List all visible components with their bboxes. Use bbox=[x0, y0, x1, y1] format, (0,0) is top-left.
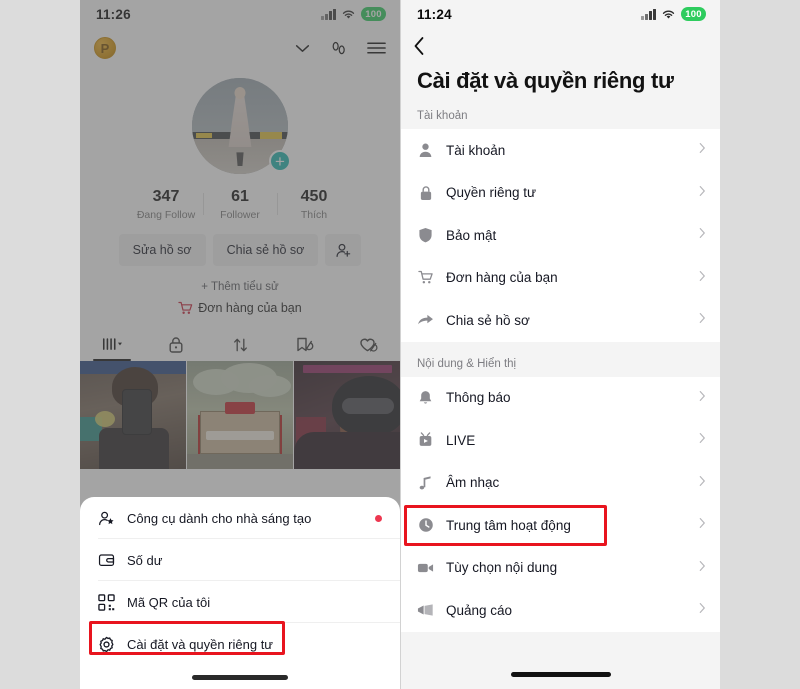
settings-row-security[interactable]: Bảo mật bbox=[401, 214, 720, 257]
settings-row-label: LIVE bbox=[446, 432, 476, 448]
sheet-item-label: Công cụ dành cho nhà sáng tạo bbox=[127, 510, 312, 526]
settings-group-content-display: Thông báo LIVE Âm nhạc Trung tâm hoạt độ… bbox=[401, 376, 720, 632]
settings-row-label: Bảo mật bbox=[446, 227, 497, 243]
music-note-icon bbox=[417, 475, 434, 491]
back-button[interactable] bbox=[401, 28, 720, 64]
page-title: Cài đặt và quyền riêng tư bbox=[417, 68, 674, 93]
live-broadcast-icon bbox=[417, 432, 434, 448]
settings-row-account[interactable]: Tài khoản bbox=[401, 129, 720, 172]
settings-group-account: Tài khoản Quyền riêng tư Bảo mật Đơn hàn… bbox=[401, 129, 720, 342]
signal-bars-icon bbox=[641, 8, 656, 20]
sheet-item-label: Cài đặt và quyền riêng tư bbox=[127, 636, 274, 652]
person-icon bbox=[417, 142, 434, 158]
settings-row-share-profile[interactable]: Chia sẻ hồ sơ bbox=[401, 299, 720, 342]
chevron-right-icon bbox=[699, 601, 706, 619]
gear-icon bbox=[98, 636, 115, 653]
screenshot-stage: 11:26 100 P bbox=[0, 0, 800, 689]
status-bar-time: 11:24 bbox=[417, 6, 452, 22]
settings-row-live[interactable]: LIVE bbox=[401, 419, 720, 462]
wallet-icon bbox=[98, 552, 115, 568]
settings-row-label: Tùy chọn nội dung bbox=[446, 560, 558, 576]
settings-row-label: Chia sẻ hồ sơ bbox=[446, 312, 530, 328]
settings-row-label: Đơn hàng của bạn bbox=[446, 270, 558, 286]
settings-row-content-preferences[interactable]: Tùy chọn nội dung bbox=[401, 547, 720, 590]
home-indicator bbox=[192, 675, 288, 680]
settings-row-label: Âm nhạc bbox=[446, 475, 500, 491]
sheet-item-label: Số dư bbox=[127, 552, 163, 568]
sheet-item-balance[interactable]: Số dư bbox=[80, 539, 400, 581]
notification-dot bbox=[375, 514, 382, 522]
left-page-gutter bbox=[0, 0, 80, 689]
back-chevron-icon bbox=[414, 37, 424, 55]
clock-icon bbox=[417, 517, 434, 533]
settings-row-your-orders[interactable]: Đơn hàng của bạn bbox=[401, 257, 720, 300]
settings-row-label: Quyền riêng tư bbox=[446, 185, 537, 201]
chevron-right-icon bbox=[699, 474, 706, 492]
settings-row-notifications[interactable]: Thông báo bbox=[401, 377, 720, 420]
right-page-gutter bbox=[720, 0, 800, 689]
section-label-account: Tài khoản bbox=[417, 110, 468, 122]
chevron-right-icon bbox=[699, 559, 706, 577]
sheet-item-my-qr-code[interactable]: Mã QR của tôi bbox=[80, 581, 400, 623]
chevron-right-icon bbox=[699, 226, 706, 244]
chevron-right-icon bbox=[699, 516, 706, 534]
settings-row-label: Quảng cáo bbox=[446, 602, 513, 618]
settings-row-music[interactable]: Âm nhạc bbox=[401, 462, 720, 505]
battery-icon: 100 bbox=[681, 7, 706, 21]
qr-code-icon bbox=[98, 593, 115, 611]
settings-row-ads[interactable]: Quảng cáo bbox=[401, 589, 720, 632]
profile-bottom-sheet: Công cụ dành cho nhà sáng tạo Số dư Mã Q… bbox=[80, 497, 400, 689]
chevron-right-icon bbox=[699, 311, 706, 329]
left-phone-screen: 11:26 100 P bbox=[80, 0, 400, 689]
megaphone-icon bbox=[417, 603, 434, 617]
sheet-item-creator-tools[interactable]: Công cụ dành cho nhà sáng tạo bbox=[80, 497, 400, 539]
section-label-content-display: Nội dung & Hiển thị bbox=[417, 357, 517, 370]
home-indicator bbox=[510, 672, 611, 677]
settings-row-privacy[interactable]: Quyền riêng tư bbox=[401, 172, 720, 215]
sheet-item-settings-privacy[interactable]: Cài đặt và quyền riêng tư bbox=[80, 623, 400, 665]
sheet-item-label: Mã QR của tôi bbox=[127, 594, 211, 610]
shopping-cart-icon bbox=[417, 270, 434, 285]
chevron-right-icon bbox=[699, 141, 706, 159]
status-bar-indicators: 100 bbox=[641, 7, 706, 21]
chevron-right-icon bbox=[699, 389, 706, 407]
right-status-bar: 11:24 100 bbox=[401, 0, 720, 28]
chevron-right-icon bbox=[699, 184, 706, 202]
settings-row-label: Trung tâm hoạt động bbox=[446, 517, 571, 533]
settings-row-activity-center[interactable]: Trung tâm hoạt động bbox=[401, 504, 720, 547]
video-camera-icon bbox=[417, 561, 434, 575]
bell-icon bbox=[417, 390, 434, 406]
chevron-right-icon bbox=[699, 269, 706, 287]
share-arrow-icon bbox=[417, 313, 434, 327]
wifi-icon bbox=[662, 10, 675, 19]
lock-icon bbox=[417, 185, 434, 201]
settings-row-label: Thông báo bbox=[446, 390, 511, 406]
chevron-right-icon bbox=[699, 431, 706, 449]
right-phone-screen: 11:24 100 Cài đặt và quyền riêng tư Tài … bbox=[400, 0, 720, 689]
shield-icon bbox=[417, 227, 434, 243]
creator-tools-person-star-icon bbox=[98, 510, 115, 527]
settings-row-label: Tài khoản bbox=[446, 142, 506, 158]
